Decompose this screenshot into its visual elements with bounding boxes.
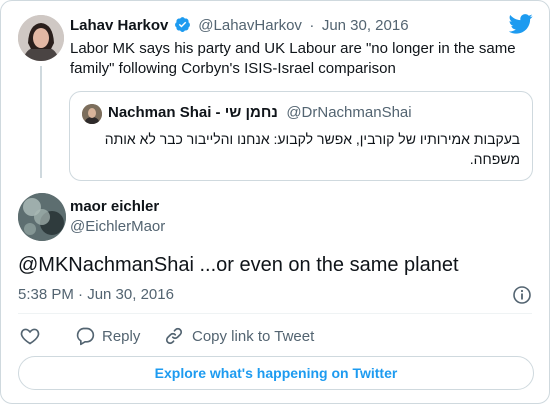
main-author-handle[interactable]: @EichlerMaor bbox=[70, 218, 165, 235]
quoted-author-avatar bbox=[82, 104, 102, 124]
twitter-bird-icon[interactable] bbox=[509, 14, 533, 34]
heart-icon[interactable] bbox=[20, 326, 40, 346]
main-tweet-text: @MKNachmanShai ...or even on the same pl… bbox=[18, 254, 459, 276]
quoted-author-name: Nachman Shai - נחמן שי bbox=[108, 104, 278, 121]
link-icon[interactable] bbox=[164, 326, 184, 346]
tweet-embed-card: Lahav Harkov @LahavHarkov · Jun 30, 2016… bbox=[0, 0, 550, 404]
quoted-tweet-text-line-1: בעקבות אמירותיו של קורבין, אפשר לקבוע: א… bbox=[104, 131, 520, 147]
quoted-author-handle: @DrNachmanShai bbox=[286, 104, 412, 121]
reply-button[interactable]: Reply bbox=[102, 328, 140, 345]
explore-twitter-button[interactable]: Explore what's happening on Twitter bbox=[18, 356, 534, 390]
divider bbox=[18, 313, 532, 314]
parent-author-handle[interactable]: @LahavHarkov bbox=[198, 17, 302, 34]
reply-icon[interactable] bbox=[75, 326, 95, 346]
main-author-avatar[interactable] bbox=[18, 193, 66, 241]
thread-connector-line bbox=[40, 66, 42, 178]
quoted-tweet[interactable]: Nachman Shai - נחמן שי @DrNachmanShai בע… bbox=[69, 91, 533, 181]
parent-tweet-date[interactable]: Jun 30, 2016 bbox=[322, 17, 409, 34]
parent-author-name[interactable]: Lahav Harkov bbox=[70, 17, 168, 34]
verified-badge-icon bbox=[174, 17, 190, 32]
info-icon[interactable] bbox=[512, 285, 532, 305]
main-tweet-timestamp[interactable]: 5:38 PM · Jun 30, 2016 bbox=[18, 286, 174, 303]
separator-dot: · bbox=[309, 17, 315, 34]
copy-link-button[interactable]: Copy link to Tweet bbox=[192, 328, 314, 345]
quoted-tweet-text-line-2: משפחה. bbox=[469, 151, 520, 167]
parent-tweet-text: Labor MK says his party and UK Labour ar… bbox=[70, 40, 516, 77]
main-author-name[interactable]: maor eichler bbox=[70, 198, 159, 215]
parent-author-avatar[interactable] bbox=[18, 15, 64, 61]
